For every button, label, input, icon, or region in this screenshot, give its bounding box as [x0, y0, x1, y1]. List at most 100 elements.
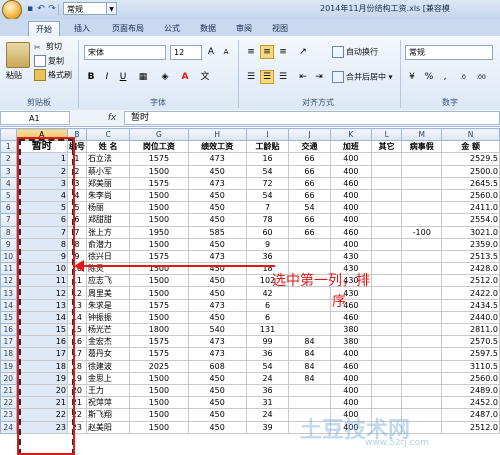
cell[interactable] — [401, 335, 443, 349]
cell[interactable]: 2529.5 — [441, 152, 500, 166]
tab-review[interactable]: 审阅 — [230, 21, 258, 36]
cell[interactable]: 1500 — [129, 274, 189, 288]
cell[interactable]: 608 — [187, 359, 247, 373]
orientation-icon[interactable]: ↗ — [296, 45, 310, 59]
comma-button[interactable]: , — [438, 70, 452, 84]
cell[interactable]: 400 — [329, 383, 373, 398]
column-header[interactable]: J — [288, 128, 331, 142]
cell[interactable]: 1500 — [129, 164, 189, 178]
cell[interactable]: 36 — [245, 383, 290, 398]
phonetic-button[interactable]: 文 — [198, 70, 212, 84]
cell[interactable]: 400 — [329, 371, 373, 385]
align-bottom-icon[interactable]: ≡ — [276, 45, 290, 59]
cell[interactable]: 1950 — [129, 225, 189, 239]
row-header[interactable]: 22 — [0, 396, 17, 410]
column-header[interactable]: M — [401, 128, 443, 142]
cell[interactable]: 1500 — [129, 408, 189, 422]
cell[interactable] — [401, 347, 443, 361]
chevron-down-icon[interactable]: ▼ — [107, 2, 117, 15]
cell[interactable]: 朱李尚 — [85, 188, 131, 203]
cell[interactable]: 460 — [329, 359, 373, 373]
cell[interactable] — [401, 274, 443, 288]
cell[interactable]: 2513.5 — [441, 249, 500, 264]
cell[interactable]: 6 — [245, 310, 290, 325]
row-header[interactable]: 16 — [0, 322, 17, 337]
column-header[interactable]: G — [129, 128, 189, 142]
cell[interactable] — [371, 164, 403, 178]
cell[interactable] — [401, 310, 443, 325]
shrink-font-button[interactable]: A — [219, 45, 233, 59]
cell[interactable]: 6 — [245, 298, 290, 312]
cell[interactable]: 2512.0 — [441, 274, 500, 288]
row-header[interactable]: 17 — [0, 335, 17, 349]
cell[interactable] — [371, 152, 403, 166]
cell[interactable]: 66 — [288, 188, 331, 203]
cell[interactable] — [371, 201, 403, 215]
cell[interactable]: 400 — [329, 396, 373, 410]
cell[interactable] — [371, 322, 403, 337]
cell[interactable]: 2422.0 — [441, 286, 500, 300]
decrease-indent-icon[interactable]: ⇤ — [296, 70, 310, 84]
cell[interactable]: 54 — [245, 164, 290, 178]
cell[interactable]: 1500 — [129, 286, 189, 300]
cell[interactable]: 380 — [329, 322, 373, 337]
cell[interactable]: 1575 — [129, 298, 189, 312]
cell[interactable] — [371, 298, 403, 312]
cell[interactable]: 84 — [288, 335, 331, 349]
cell[interactable]: 1500 — [129, 371, 189, 385]
cell[interactable]: 450 — [187, 396, 247, 410]
number-format-combo[interactable]: 常规 — [405, 45, 493, 60]
column-header[interactable]: H — [187, 128, 247, 142]
row-header[interactable]: 9 — [0, 237, 17, 251]
increase-decimal-button[interactable]: .0 — [456, 70, 470, 84]
cell[interactable]: 周里美 — [85, 286, 131, 300]
cell[interactable]: 祝萍萍 — [85, 396, 131, 410]
cell[interactable] — [371, 262, 403, 276]
cell[interactable]: 2411.0 — [441, 201, 500, 215]
tab-insert[interactable]: 插入 — [68, 21, 96, 36]
cell[interactable] — [371, 335, 403, 349]
cell[interactable]: 450 — [187, 274, 247, 288]
row-header[interactable]: 20 — [0, 371, 17, 385]
percent-button[interactable]: % — [422, 70, 436, 84]
merge-center-button[interactable]: 合并后居中 ▾ — [332, 71, 393, 84]
cell[interactable]: 2434.5 — [441, 298, 500, 312]
cell[interactable]: 郑甜甜 — [85, 213, 131, 227]
cell[interactable]: 俞潜力 — [85, 237, 131, 251]
align-center-icon[interactable]: ☰ — [260, 70, 274, 84]
cell[interactable]: 1800 — [129, 322, 189, 337]
align-left-icon[interactable]: ☰ — [244, 70, 258, 84]
cell[interactable]: 2512.0 — [441, 420, 500, 434]
cell[interactable]: 2645.5 — [441, 176, 500, 190]
currency-icon[interactable]: ¥ — [405, 70, 419, 84]
copy-button[interactable]: 复制 — [34, 55, 64, 68]
cell[interactable]: 徐兴日 — [85, 249, 131, 264]
cell[interactable]: 66 — [288, 152, 331, 166]
row-header[interactable]: 10 — [0, 249, 17, 264]
cell[interactable]: 钟振振 — [85, 310, 131, 325]
worksheet-grid[interactable]: ABCGHIJKLMN 1 暂时 编号姓 名岗位工资 绩效工资 工龄贴 交通 加班 其它 病事假… — [0, 128, 500, 455]
cell[interactable]: 54 — [245, 188, 290, 203]
cell[interactable]: 16 — [245, 152, 290, 166]
cell[interactable]: 460 — [329, 176, 373, 190]
cell[interactable]: 450 — [187, 408, 247, 422]
cell[interactable]: 66 — [288, 176, 331, 190]
tab-home[interactable]: 开始 — [28, 21, 60, 36]
cell[interactable] — [401, 249, 443, 264]
row-header[interactable]: 19 — [0, 359, 17, 373]
insert-function-button[interactable]: fx — [104, 111, 120, 125]
column-header[interactable]: C — [85, 128, 131, 142]
cell[interactable]: 2025 — [129, 359, 189, 373]
cell[interactable] — [371, 249, 403, 264]
cell[interactable]: 张上方 — [85, 225, 131, 239]
cell[interactable]: 78 — [245, 213, 290, 227]
cell[interactable] — [401, 188, 443, 203]
row-header[interactable]: 4 — [0, 176, 17, 190]
cell[interactable]: 99 — [245, 335, 290, 349]
cell[interactable] — [288, 237, 331, 251]
border-icon[interactable]: ▦ — [136, 70, 150, 84]
cell[interactable]: 7 — [245, 201, 290, 215]
cell[interactable]: 24 — [245, 371, 290, 385]
cell[interactable]: 473 — [187, 347, 247, 361]
font-size-combo[interactable]: 12 — [170, 45, 202, 60]
